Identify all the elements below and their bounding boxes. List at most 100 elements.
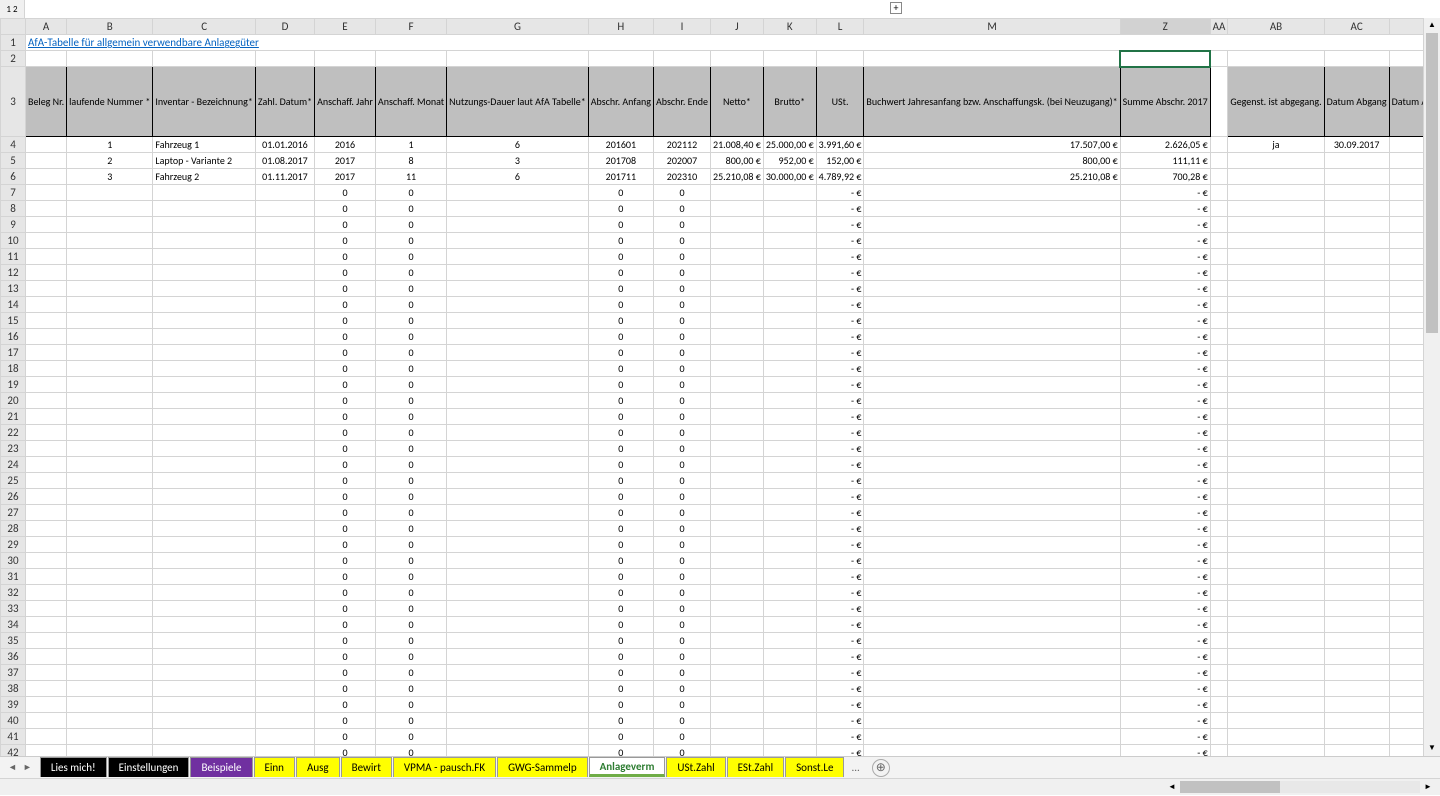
cell-G15[interactable] xyxy=(447,313,589,329)
cell-C5[interactable]: Laptop - Variante 2 xyxy=(153,153,256,169)
cell-C42[interactable] xyxy=(153,745,256,757)
tab-nav-first-icon[interactable]: ◄ xyxy=(8,762,17,773)
cell-AC27[interactable] xyxy=(1324,505,1389,521)
cell-Z41[interactable]: - € xyxy=(1120,729,1210,745)
cell-J31[interactable] xyxy=(711,569,764,585)
cell-M36[interactable] xyxy=(864,649,1120,665)
cell-L18[interactable]: - € xyxy=(816,361,864,377)
cell-G12[interactable] xyxy=(447,265,589,281)
cell-L40[interactable]: - € xyxy=(816,713,864,729)
row-header-39[interactable]: 39 xyxy=(1,697,26,713)
cell-M23[interactable] xyxy=(864,441,1120,457)
cell-H12[interactable]: 0 xyxy=(588,265,653,281)
cell-K26[interactable] xyxy=(763,489,816,505)
cell-L37[interactable]: - € xyxy=(816,665,864,681)
cell-I27[interactable]: 0 xyxy=(653,505,710,521)
cell-F41[interactable]: 0 xyxy=(375,729,446,745)
cell-J10[interactable] xyxy=(711,233,764,249)
cell-AD42[interactable] xyxy=(1389,745,1423,757)
cell-H30[interactable]: 0 xyxy=(588,553,653,569)
cell-G19[interactable] xyxy=(447,377,589,393)
cell-K37[interactable] xyxy=(763,665,816,681)
cell-I23[interactable]: 0 xyxy=(653,441,710,457)
cell-B26[interactable] xyxy=(67,489,153,505)
cell-F9[interactable]: 0 xyxy=(375,217,446,233)
cell-G28[interactable] xyxy=(447,521,589,537)
cell-M16[interactable] xyxy=(864,329,1120,345)
cell-L32[interactable]: - € xyxy=(816,585,864,601)
cell-J13[interactable] xyxy=(711,281,764,297)
cell-C6[interactable]: Fahrzeug 2 xyxy=(153,169,256,185)
cell-B24[interactable] xyxy=(67,457,153,473)
cell-L20[interactable]: - € xyxy=(816,393,864,409)
cell-E14[interactable]: 0 xyxy=(315,297,376,313)
cell-AA31[interactable] xyxy=(1210,569,1228,585)
cell-M41[interactable] xyxy=(864,729,1120,745)
cell-E11[interactable]: 0 xyxy=(315,249,376,265)
cell-G37[interactable] xyxy=(447,665,589,681)
cell-G11[interactable] xyxy=(447,249,589,265)
cell-C23[interactable] xyxy=(153,441,256,457)
cell-B7[interactable] xyxy=(67,185,153,201)
cell-G16[interactable] xyxy=(447,329,589,345)
cell-F38[interactable]: 0 xyxy=(375,681,446,697)
cell-H4[interactable]: 201601 xyxy=(588,137,653,153)
cell-E22[interactable]: 0 xyxy=(315,425,376,441)
cell-H29[interactable]: 0 xyxy=(588,537,653,553)
cell-H32[interactable]: 0 xyxy=(588,585,653,601)
cell-F39[interactable]: 0 xyxy=(375,697,446,713)
row-header-30[interactable]: 30 xyxy=(1,553,26,569)
cell-AD14[interactable] xyxy=(1389,297,1423,313)
cell-M17[interactable] xyxy=(864,345,1120,361)
cell-AC39[interactable] xyxy=(1324,697,1389,713)
cell-Z9[interactable]: - € xyxy=(1120,217,1210,233)
cell-AA40[interactable] xyxy=(1210,713,1228,729)
cell-H10[interactable]: 0 xyxy=(588,233,653,249)
cell-G6[interactable]: 6 xyxy=(447,169,589,185)
row-header-12[interactable]: 12 xyxy=(1,265,26,281)
cell-G18[interactable] xyxy=(447,361,589,377)
cell-B32[interactable] xyxy=(67,585,153,601)
cell-H8[interactable]: 0 xyxy=(588,201,653,217)
cell-C31[interactable] xyxy=(153,569,256,585)
cell-AA4[interactable] xyxy=(1210,137,1228,153)
scroll-up-icon[interactable]: ▲ xyxy=(1424,18,1440,33)
cell-M21[interactable] xyxy=(864,409,1120,425)
cell-F21[interactable]: 0 xyxy=(375,409,446,425)
cell-AB7[interactable] xyxy=(1228,185,1324,201)
cell-L35[interactable]: - € xyxy=(816,633,864,649)
cell-AA28[interactable] xyxy=(1210,521,1228,537)
cell-M7[interactable] xyxy=(864,185,1120,201)
cell-AC41[interactable] xyxy=(1324,729,1389,745)
cell-D10[interactable] xyxy=(255,233,314,249)
cell-K23[interactable] xyxy=(763,441,816,457)
cell-F23[interactable]: 0 xyxy=(375,441,446,457)
cell-I8[interactable]: 0 xyxy=(653,201,710,217)
cell-L41[interactable]: - € xyxy=(816,729,864,745)
cell-D38[interactable] xyxy=(255,681,314,697)
cell-J17[interactable] xyxy=(711,345,764,361)
row-header-15[interactable]: 15 xyxy=(1,313,26,329)
cell-I10[interactable]: 0 xyxy=(653,233,710,249)
cell-I40[interactable]: 0 xyxy=(653,713,710,729)
cell-Z6[interactable]: 700,28 € xyxy=(1120,169,1210,185)
cell-I37[interactable]: 0 xyxy=(653,665,710,681)
cell-B13[interactable] xyxy=(67,281,153,297)
afa-table-link[interactable]: AfA-Tabelle für allgemein verwendbare An… xyxy=(26,35,1424,51)
cell-A41[interactable] xyxy=(26,729,67,745)
cell-Z31[interactable]: - € xyxy=(1120,569,1210,585)
cell-H17[interactable]: 0 xyxy=(588,345,653,361)
cell-AA15[interactable] xyxy=(1210,313,1228,329)
cell-C9[interactable] xyxy=(153,217,256,233)
row-header-36[interactable]: 36 xyxy=(1,649,26,665)
cell-M18[interactable] xyxy=(864,361,1120,377)
cell-AA35[interactable] xyxy=(1210,633,1228,649)
cell-Z21[interactable]: - € xyxy=(1120,409,1210,425)
cell-B17[interactable] xyxy=(67,345,153,361)
cell-L6[interactable]: 4.789,92 € xyxy=(816,169,864,185)
row-header-33[interactable]: 33 xyxy=(1,601,26,617)
cell-AD12[interactable] xyxy=(1389,265,1423,281)
cell-F32[interactable]: 0 xyxy=(375,585,446,601)
cell-F34[interactable]: 0 xyxy=(375,617,446,633)
cell-A7[interactable] xyxy=(26,185,67,201)
